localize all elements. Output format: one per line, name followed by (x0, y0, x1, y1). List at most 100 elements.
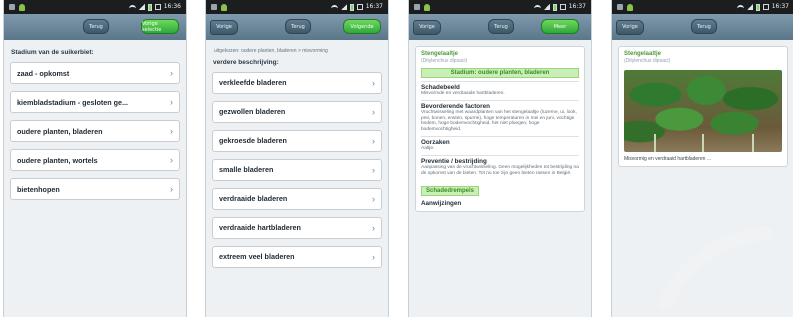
notification-icon (356, 4, 363, 10)
plant-photo[interactable] (624, 70, 782, 152)
vorige-button[interactable]: Vorige (616, 19, 644, 35)
screen-content: Stadium van de suikerbiet: zaad - opkoms… (4, 40, 186, 213)
schadedrempels-tag: Schadedrempels (421, 186, 480, 197)
title-bar: Vorige Terug Volgende (206, 14, 388, 40)
list-item[interactable]: extreem veel bladeren › (212, 245, 382, 268)
list-item[interactable]: gezwollen bladeren › (212, 100, 382, 123)
list-item[interactable]: oudere planten, bladeren › (10, 120, 180, 142)
chevron-right-icon: › (372, 164, 375, 175)
stadium-band: Stadium: oudere planten, bladeren (421, 68, 579, 78)
list-item[interactable]: kiembladstadium - gesloten ge... › (10, 91, 180, 113)
list-item-label: verdraaide hartbladeren (219, 223, 301, 232)
terug-button[interactable]: Terug (285, 19, 311, 34)
list-item[interactable]: oudere planten, wortels › (10, 149, 180, 171)
usb-icon (211, 4, 217, 10)
plant-stem (654, 134, 656, 152)
list-item-label: kiembladstadium - gesloten ge... (17, 97, 129, 107)
plant-stem (752, 134, 754, 152)
info-body: Aaltje. (421, 145, 435, 151)
chevron-right-icon: › (372, 135, 375, 146)
battery-icon (552, 3, 557, 11)
chevron-right-icon: › (372, 106, 375, 117)
info-block: Schadebeeld Misvormde en verdraaide hart… (421, 81, 579, 100)
chevron-right-icon: › (170, 155, 173, 165)
signal-icon (543, 4, 550, 10)
android-icon (627, 3, 633, 11)
vorige-selectie-button[interactable]: Vorige selectie (141, 19, 179, 34)
battery-icon (755, 3, 760, 11)
status-time: 16:36 (163, 3, 181, 10)
screen-content: Stengelaaltje (Ditylenchus dipsaci) Stad… (409, 40, 591, 218)
info-block: Bevorderende factoren Vruchtwisseling me… (421, 99, 579, 136)
info-block: Preventie / bestrijding Aanpassing van d… (421, 154, 579, 180)
wifi-icon (533, 4, 541, 10)
battery-icon (349, 3, 354, 11)
screen-content: Stengelaaltje (Ditylenchus dipsaci) Misv… (612, 40, 793, 173)
list-item-label: bietenhopen (17, 184, 60, 194)
section-title: Stadium van de suikerbiet: (11, 49, 94, 56)
info-heading: Aanwijzingen (421, 200, 462, 208)
terug-button[interactable]: Terug (691, 19, 717, 34)
list-item-label: gezwollen bladeren (219, 107, 286, 116)
section-title: verdere beschrijving: (213, 58, 279, 66)
vorige-button[interactable]: Vorige (413, 19, 441, 35)
terug-button[interactable]: Terug (488, 19, 514, 34)
list-item[interactable]: zaad - opkomst › (10, 62, 180, 84)
phone-screen-3: 16:37 Vorige Terug Meer Stengelaaltje (D… (408, 0, 592, 317)
wifi-icon (128, 4, 136, 10)
list-item-label: verdraaide bladeren (219, 194, 288, 203)
list-item-label: smalle bladeren (219, 165, 274, 174)
android-icon (424, 3, 430, 11)
title-bar: Vorige Terug Meer (409, 14, 591, 40)
notification-icon (154, 4, 161, 10)
wifi-icon (330, 4, 338, 10)
android-icon (221, 3, 227, 11)
list-item-label: oudere planten, wortels (17, 155, 98, 165)
list-item[interactable]: verdraaide bladeren › (212, 187, 382, 210)
info-body: Aanpassing van de vruchtwisseling. Geen … (421, 164, 579, 176)
list-item-label: extreem veel bladeren (219, 252, 295, 261)
list-item-label: gekroesde bladeren (219, 136, 287, 145)
info-body: Vruchtwisseling met waardplanten van het… (421, 109, 577, 133)
volgende-button[interactable]: Volgende (343, 19, 381, 34)
notification-icon (559, 4, 566, 10)
photo-card: Stengelaaltje (Ditylenchus dipsaci) Misv… (618, 46, 788, 167)
title-bar: Vorige Terug (612, 14, 793, 40)
chevron-right-icon: › (170, 184, 173, 194)
phone-screen-1: 16:36 Terug Vorige selectie Stadium van … (3, 0, 187, 317)
list-item[interactable]: bietenhopen › (10, 178, 180, 200)
list-item[interactable]: verkleefde bladeren › (212, 71, 382, 94)
chevron-right-icon: › (372, 77, 375, 88)
chevron-right-icon: › (372, 193, 375, 204)
chevron-right-icon: › (170, 126, 173, 136)
info-heading: Schadebeeld (421, 84, 460, 91)
list-item[interactable]: smalle bladeren › (212, 158, 382, 181)
list-item[interactable]: verdraaide hartbladeren › (212, 216, 382, 239)
photo-caption: Misvormig en verdraaid hartbladeren ... (624, 156, 711, 162)
signal-icon (138, 4, 145, 10)
plant-latin-name: (Ditylenchus dipsaci) (421, 58, 468, 64)
plant-latin-name: (Ditylenchus dipsaci) (624, 58, 671, 64)
status-time: 16:37 (365, 3, 383, 10)
vorige-button[interactable]: Vorige (210, 19, 238, 35)
meer-button[interactable]: Meer (541, 19, 579, 34)
chevron-right-icon: › (372, 222, 375, 233)
list-item-label: oudere planten, bladeren (17, 126, 103, 136)
usb-icon (414, 4, 420, 10)
screen-content: uitgekozen: oudere planten, bladeren > m… (206, 40, 388, 281)
phone-screen-4: 16:37 Vorige Terug Stengelaaltje (Dityle… (611, 0, 793, 317)
status-bar: 16:37 (612, 0, 793, 14)
info-heading: Bevorderende factoren (421, 102, 490, 110)
title-bar: Terug Vorige selectie (4, 14, 186, 40)
status-time: 16:37 (771, 3, 789, 10)
info-heading: Preventie / bestrijding (421, 157, 487, 165)
list-item[interactable]: gekroesde bladeren › (212, 129, 382, 152)
usb-icon (9, 4, 15, 10)
info-body: Misvormde en verdraaide hartbladeren. (421, 91, 505, 96)
status-bar: 16:36 (4, 0, 186, 14)
signal-icon (340, 4, 347, 10)
plant-stem (702, 134, 704, 152)
status-time: 16:37 (568, 3, 586, 10)
terug-button[interactable]: Terug (83, 19, 109, 34)
detail-card: Stengelaaltje (Ditylenchus dipsaci) Stad… (415, 46, 585, 213)
